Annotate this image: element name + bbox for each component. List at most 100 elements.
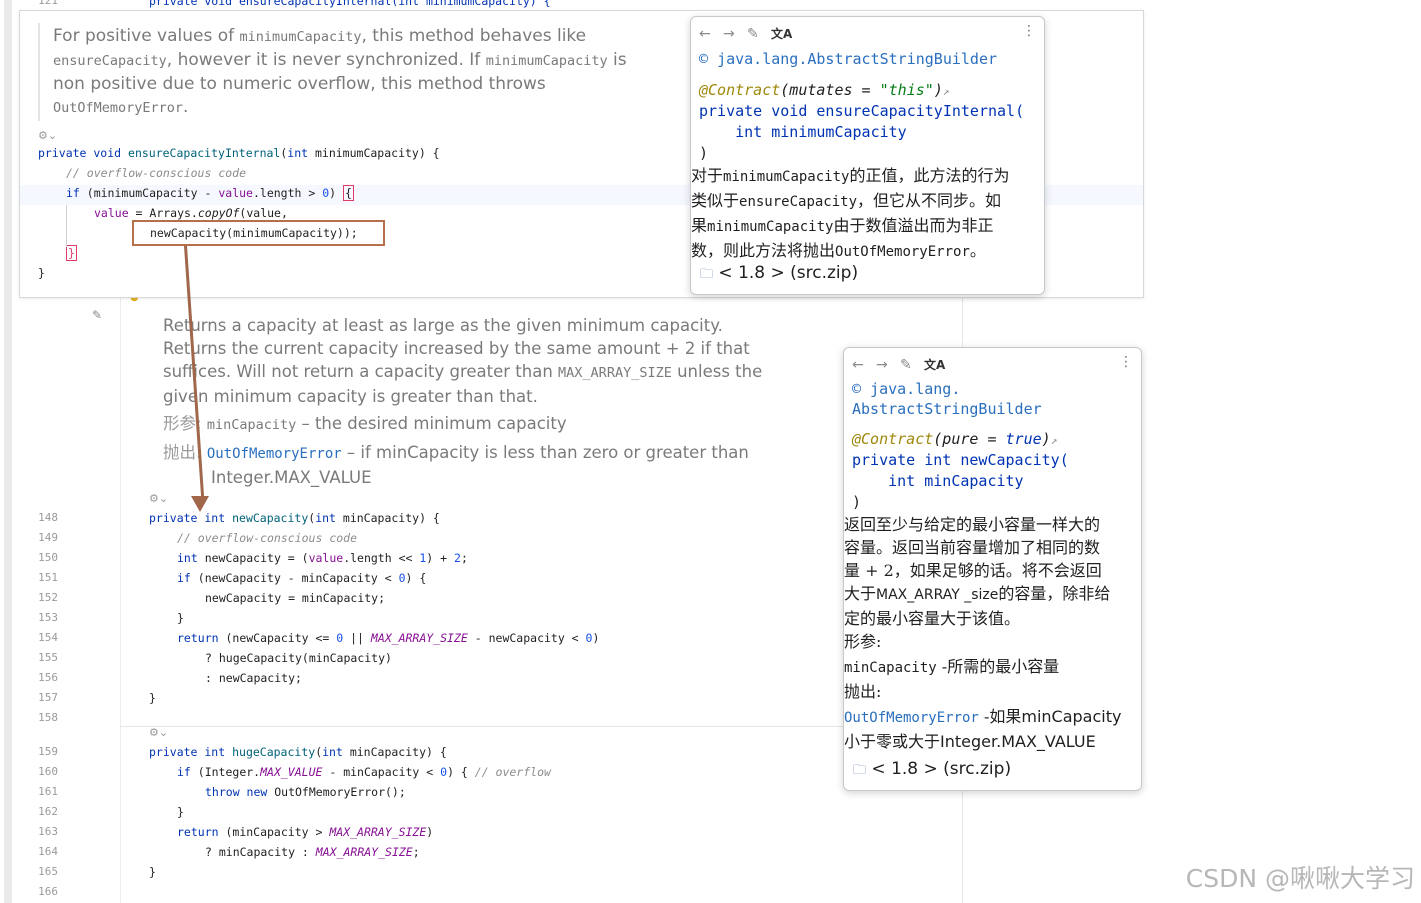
line-number: 150 xyxy=(38,551,58,564)
translate-icon[interactable]: 文A xyxy=(771,25,795,42)
class-reference-cont[interactable]: AbstractStringBuilder xyxy=(852,400,1042,418)
back-icon[interactable]: ← xyxy=(699,26,723,42)
popup-signature: private void ensureCapacityInternal( xyxy=(699,102,1025,120)
annotation-arrow-head xyxy=(191,496,209,512)
class-icon: © xyxy=(699,50,709,68)
doc-throws: 抛出: OutOfMemoryError – if minCapacity is… xyxy=(163,443,749,462)
library-icon: 🗀 xyxy=(853,763,867,778)
line-number: 156 xyxy=(38,671,58,684)
code-line[interactable]: private int newCapacity(int minCapacity)… xyxy=(149,511,440,525)
popup-footer[interactable]: 🗀 < 1.8 > (src.zip) xyxy=(853,759,1011,783)
popup-description: 返回至少与给定的最小容量一样大的 容量。返回当前容量增加了相同的数 量 + 2，… xyxy=(844,515,1122,751)
code-line[interactable]: return (newCapacity <= 0 || MAX_ARRAY_SI… xyxy=(177,631,599,645)
editor-gutter-strip xyxy=(4,0,12,903)
line-number: 160 xyxy=(38,765,58,778)
popup-signature-end: ) xyxy=(852,493,862,511)
code-line[interactable]: private void ensureCapacityInternal(int … xyxy=(38,146,440,160)
line-number: 157 xyxy=(38,691,58,704)
line-number: 159 xyxy=(38,745,58,758)
reader-mode-toggle-icon[interactable]: ⚙⌄ xyxy=(149,726,168,739)
code-line[interactable]: throw new OutOfMemoryError(); xyxy=(205,785,406,799)
code-line[interactable]: } xyxy=(177,805,184,819)
popup-footer[interactable]: 🗀 < 1.8 > (src.zip) xyxy=(700,263,858,287)
code-line[interactable]: } xyxy=(149,865,156,879)
line-number: 121 xyxy=(38,0,58,7)
popup-signature-end: ) xyxy=(699,144,709,162)
line-number: 154 xyxy=(38,631,58,644)
code-line[interactable]: newCapacity = minCapacity; xyxy=(205,591,385,605)
code-line[interactable]: } xyxy=(38,266,45,280)
more-icon[interactable]: ⋮ xyxy=(1119,354,1133,370)
line-number: 162 xyxy=(38,805,58,818)
indent-guide xyxy=(66,205,67,247)
popup-annotation: @Contract(mutates = "this")↗ xyxy=(699,81,950,99)
popup-signature-param: int minimumCapacity xyxy=(699,123,907,141)
doc-line: non positive due to numeric overflow, th… xyxy=(53,74,546,94)
popup-annotation: @Contract(pure = true)↗ xyxy=(852,430,1058,448)
line-number: 166 xyxy=(38,885,58,898)
forward-icon[interactable]: → xyxy=(876,357,900,373)
reader-mode-toggle-icon[interactable]: ⚙⌄ xyxy=(38,129,57,142)
doc-line: suffices. Will not return a capacity gre… xyxy=(163,362,763,381)
code-line[interactable]: value = Arrays.copyOf(value, xyxy=(94,206,288,220)
code-line[interactable]: ? minCapacity : MAX_ARRAY_SIZE; xyxy=(205,845,420,859)
code-line[interactable]: if (Integer.MAX_VALUE - minCapacity < 0)… xyxy=(177,765,551,779)
code-line[interactable]: private int hugeCapacity(int minCapacity… xyxy=(149,745,447,759)
code-line[interactable]: } xyxy=(177,611,184,625)
code-line[interactable]: int newCapacity = (value.length << 1) + … xyxy=(177,551,468,565)
code-line[interactable]: if (minimumCapacity - value.length > 0) … xyxy=(66,185,354,201)
doc-line: Returns the current capacity increased b… xyxy=(163,339,750,358)
line-number: 155 xyxy=(38,651,58,664)
line-number: 161 xyxy=(38,785,58,798)
line-number: 148 xyxy=(38,511,58,524)
code-line[interactable]: ? hugeCapacity(minCapacity) xyxy=(205,651,392,665)
doc-line: For positive values of minimumCapacity, … xyxy=(53,26,587,46)
edit-icon[interactable]: ✎ xyxy=(900,357,924,373)
method-separator xyxy=(120,726,962,727)
class-reference[interactable]: © java.lang.AbstractStringBuilder xyxy=(699,50,997,68)
library-icon: 🗀 xyxy=(700,267,714,282)
line-number: 149 xyxy=(38,531,58,544)
more-icon[interactable]: ⋮ xyxy=(1022,23,1036,39)
popup-signature-param: int minCapacity xyxy=(852,472,1024,490)
doc-line: Returns a capacity at least as large as … xyxy=(163,316,723,335)
class-reference[interactable]: © java.lang. xyxy=(852,380,960,398)
doc-bar xyxy=(38,23,40,121)
doc-param: 形参: minCapacity – the desired minimum ca… xyxy=(163,414,567,433)
line-number: 164 xyxy=(38,845,58,858)
class-icon: © xyxy=(852,380,862,398)
line-number: 153 xyxy=(38,611,58,624)
throws-link[interactable]: OutOfMemoryError xyxy=(207,446,342,462)
code-line[interactable]: } xyxy=(149,691,156,705)
line-number: 152 xyxy=(38,591,58,604)
external-link-icon: ↗ xyxy=(1050,434,1058,447)
code-line[interactable]: // overflow-conscious code xyxy=(177,531,357,545)
highlight-box-newCapacity-call xyxy=(132,220,385,246)
back-icon[interactable]: ← xyxy=(852,357,876,373)
forward-icon[interactable]: → xyxy=(723,26,747,42)
gutter-divider xyxy=(120,296,121,903)
code-line[interactable]: // overflow-conscious code xyxy=(66,166,246,180)
edit-icon[interactable]: ✎ xyxy=(747,26,771,42)
doc-line: given minimum capacity is greater than t… xyxy=(163,387,538,406)
line-number: 165 xyxy=(38,865,58,878)
doc-line: ensureCapacity, however it is never sync… xyxy=(53,50,627,70)
popup-signature: private int newCapacity( xyxy=(852,451,1069,469)
quick-doc-popup-ensureCapacityInternal[interactable]: ← → ✎ 文A ⋮ © java.lang.AbstractStringBuilde… xyxy=(690,16,1045,295)
rendered-javadoc-newCapacity: Returns a capacity at least as large as … xyxy=(163,314,803,489)
line-number: 163 xyxy=(38,825,58,838)
edit-doc-icon[interactable]: ✎ xyxy=(92,308,102,322)
reader-mode-toggle-icon[interactable]: ⚙⌄ xyxy=(149,492,168,505)
doc-line: OutOfMemoryError. xyxy=(53,97,189,117)
popup-description: 对于minimumCapacity的正值，此方法的行为 类似于ensureCap… xyxy=(691,166,1010,260)
watermark: CSDN @啾啾大学习 xyxy=(1185,864,1415,893)
translate-icon[interactable]: 文A xyxy=(924,356,948,373)
code-line[interactable]: } xyxy=(66,245,77,261)
doc-throws-cont: Integer.MAX_VALUE xyxy=(211,468,372,487)
code-line[interactable]: : newCapacity; xyxy=(205,671,302,685)
quick-doc-popup-newCapacity[interactable]: ← → ✎ 文A ⋮ © java.lang. AbstractStringBuild… xyxy=(843,347,1142,791)
code-line-partial: private void ensureCapacityInternal(int … xyxy=(149,0,551,8)
code-line[interactable]: if (newCapacity - minCapacity < 0) { xyxy=(177,571,426,585)
popup-toolbar: ← → ✎ 文A xyxy=(852,356,948,373)
code-line[interactable]: return (minCapacity > MAX_ARRAY_SIZE) xyxy=(177,825,433,839)
